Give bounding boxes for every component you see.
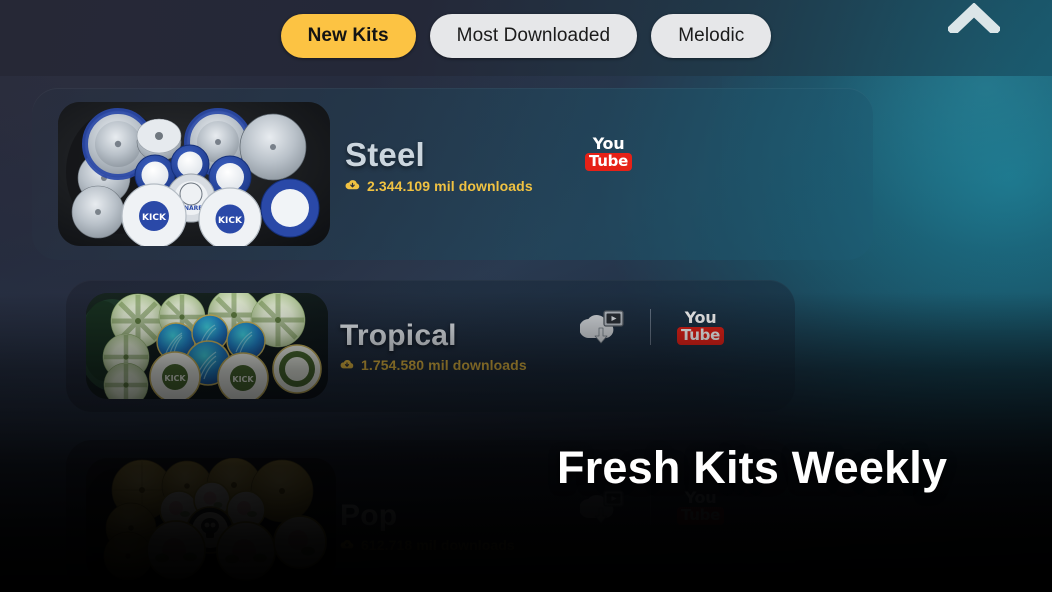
kit-meta-tropical: Tropical 1.754.580 mil downloads [340, 320, 527, 373]
youtube-button[interactable]: You Tube [677, 307, 724, 345]
steel-kit-art: SNARE KICK KICK [58, 102, 330, 246]
kit-card-steel[interactable]: SNARE KICK KICK Steel 2.344.109 mil down… [32, 88, 873, 260]
cloud-download-icon [345, 180, 360, 190]
kit-meta-steel: Steel 2.344.109 mil downloads [345, 136, 533, 194]
kit-actions-tropical: You Tube [580, 308, 724, 346]
youtube-you-text: You [684, 307, 717, 327]
youtube-tube-text: Tube [585, 153, 632, 171]
youtube-tube-text: Tube [677, 326, 724, 345]
kit-title: Pop [340, 499, 398, 532]
kit-downloads-text: 612.718 mil downloads [361, 536, 515, 553]
tropical-kit-art: KICK KICK [86, 293, 328, 399]
kit-list: SNARE KICK KICK Steel 2.344.109 mil down… [0, 0, 1052, 592]
kit-downloads-line: 1.754.580 mil downloads [340, 357, 527, 373]
kit-downloads-line: 612.718 mil downloads [340, 537, 515, 553]
overlay-headline: Fresh Kits Weekly [557, 442, 948, 493]
app-root: SNARE KICK KICK Steel 2.344.109 mil down… [0, 0, 1052, 592]
top-bar: New Kits Most Downloaded Melodic [0, 0, 1052, 76]
svg-text:KICK: KICK [142, 213, 167, 223]
kit-title: Steel [345, 136, 425, 173]
category-tabs: New Kits Most Downloaded Melodic [0, 14, 1052, 58]
youtube-button[interactable]: You Tube [585, 136, 632, 171]
kit-thumbnail-steel: SNARE KICK KICK [58, 102, 330, 246]
svg-text:KICK: KICK [232, 375, 254, 384]
chevron-up-icon[interactable] [948, 3, 1000, 33]
youtube-tube-text: Tube [677, 506, 724, 525]
svg-text:KICK: KICK [164, 374, 186, 383]
kit-card-tropical[interactable]: KICK KICK Tropical 1.754.580 mil downloa… [66, 280, 795, 412]
action-divider [650, 309, 651, 345]
tab-most-downloaded[interactable]: Most Downloaded [429, 14, 638, 58]
youtube-button[interactable]: You Tube [677, 489, 724, 525]
action-divider [650, 489, 651, 525]
pop-kit-art [86, 458, 336, 582]
svg-text:KICK: KICK [218, 216, 243, 226]
kit-title: Tropical [340, 319, 457, 352]
tab-melodic[interactable]: Melodic [651, 14, 772, 58]
download-video-icon[interactable] [580, 308, 624, 346]
kit-downloads-line: 2.344.109 mil downloads [345, 178, 533, 194]
kit-thumbnail-tropical: KICK KICK [86, 293, 328, 399]
cloud-download-icon [340, 539, 354, 548]
kit-meta-pop: Pop 612.718 mil downloads [340, 500, 515, 553]
kit-downloads-text: 2.344.109 mil downloads [367, 177, 533, 194]
tab-new-kits[interactable]: New Kits [280, 14, 416, 58]
kit-thumbnail-pop [86, 458, 336, 582]
cloud-download-icon [340, 359, 354, 368]
youtube-you-text: You [592, 134, 625, 153]
kit-actions-steel: You Tube [585, 136, 632, 171]
kit-downloads-text: 1.754.580 mil downloads [361, 356, 527, 373]
